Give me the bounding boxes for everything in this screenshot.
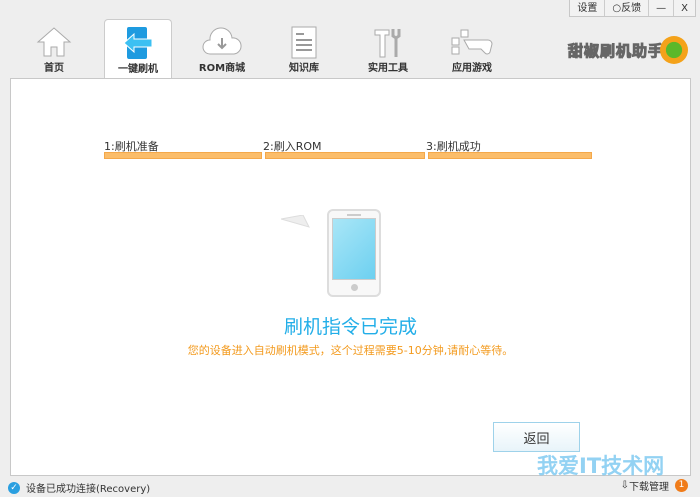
tab-rom-store[interactable]: ROM商城	[188, 20, 256, 78]
step-progress-bar	[104, 152, 262, 159]
tab-label: 知识库	[289, 63, 319, 74]
cloud-download-icon	[202, 27, 242, 55]
tab-apps-games[interactable]: 应用游戏	[438, 20, 506, 78]
paper-plane-icon	[281, 215, 310, 228]
download-manager-button[interactable]: ⇩ 下载管理 1	[621, 478, 688, 493]
phone-illustration	[327, 209, 381, 297]
phone-flash-icon	[123, 27, 153, 59]
close-button[interactable]: X	[673, 0, 695, 16]
pepper-logo-icon	[660, 36, 688, 64]
settings-button[interactable]: 设置	[570, 0, 604, 16]
result-title: 刷机指令已完成	[283, 316, 417, 338]
watermark: 我爱IT技术网	[537, 454, 665, 478]
download-icon: ⇩	[620, 480, 629, 491]
connection-status: 设备已成功连接(Recovery)	[26, 484, 151, 495]
tab-label: 应用游戏	[452, 63, 492, 74]
status-bar: ✓ 设备已成功连接(Recovery)	[8, 480, 150, 495]
check-icon: ✓	[8, 481, 20, 494]
tab-home[interactable]: 首页	[20, 20, 88, 78]
tab-label: 实用工具	[368, 63, 408, 74]
tools-icon	[374, 29, 401, 58]
back-button[interactable]: 返回	[493, 422, 580, 452]
home-icon	[36, 27, 72, 57]
content-panel: 1:刷机准备 2:刷入ROM 3:刷机成功 刷机指令已完成 您的设备进入自动刷机…	[10, 78, 691, 476]
tab-label: 首页	[44, 63, 64, 74]
window-controls: 设置 ○反馈 — X	[569, 0, 696, 17]
tab-tools[interactable]: 实用工具	[354, 20, 422, 78]
tab-label: 一键刷机	[118, 64, 158, 75]
tab-label: ROM商城	[198, 63, 246, 74]
step-progress-bar	[428, 152, 592, 159]
logo-text: 甜椒刷机助手	[567, 41, 664, 60]
feedback-button[interactable]: ○反馈	[604, 0, 648, 16]
download-label: 下载管理	[629, 482, 669, 493]
tab-flash[interactable]: 一键刷机	[104, 19, 172, 79]
download-count-badge: 1	[675, 479, 688, 492]
tab-knowledge[interactable]: 知识库	[270, 20, 338, 78]
feedback-label: 反馈	[621, 3, 642, 14]
document-icon	[291, 26, 317, 59]
result-subtitle: 您的设备进入自动刷机模式，这个过程需要5-10分钟,请耐心等待。	[187, 344, 514, 357]
app-logo: 甜椒刷机助手	[567, 36, 688, 64]
step-progress-bar	[265, 152, 425, 159]
gamepad-icon	[451, 29, 493, 55]
minimize-button[interactable]: —	[648, 0, 673, 16]
